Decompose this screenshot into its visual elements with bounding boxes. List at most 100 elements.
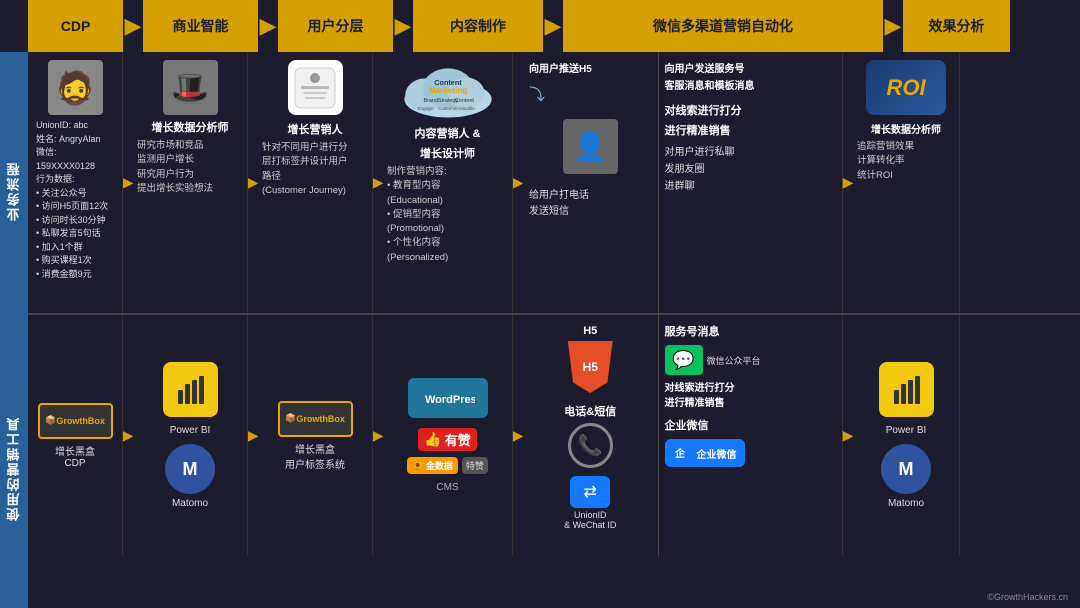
header-bi: 商业智能 [143, 0, 258, 52]
bi-desc: 研究市场和竞品 监测用户增长 研究用户行为 提出增长实验想法 [137, 139, 243, 196]
cms-label: CMS [436, 482, 458, 493]
svg-text:Valuable: Valuable [457, 106, 475, 111]
youzan-row: 👍有赞 [418, 428, 476, 451]
dashed-arrows: ⤵ [529, 81, 545, 105]
content-area: 业务流程 使用的营销工具 🧔 UnionID: abc 姓名: AngryAla… [0, 52, 1080, 608]
svg-text:Brand: Brand [423, 98, 438, 104]
roi-powerbi-icon [879, 362, 934, 417]
roi-role: 增长数据分析师 [871, 121, 941, 136]
growthbox-cdp-sub: CDP [64, 458, 85, 469]
service-msg-section: 服务号消息 [665, 323, 720, 339]
sales-avatar: 👤 [563, 119, 618, 174]
tools-content-cell: WordPress 👍有赞 🌻 金数据 特赞 CMS [383, 315, 513, 556]
arrow-5: ▶ [883, 13, 903, 39]
roi-icon: ROI [866, 60, 946, 115]
tools-service-sub: 服务号消息 💬 微信公众平台 对线索进行打分 进行精准销售 企业微信 [659, 315, 843, 556]
biz-roi-cell: ROI 增长数据分析师 追踪营销效果 计算转化率 统计ROI [853, 52, 960, 313]
biz-bi-cell: 🎩 增长数据分析师 研究市场和竞品 监测用户增长 研究用户行为 提出增长实验想法 [133, 52, 248, 313]
wechat-green-icon: 💬 [665, 345, 703, 375]
private-chat-actions: 对用户进行私聊 发朋友圈 进群聊 [665, 144, 735, 195]
precision-sales: 对线索进行打分 [665, 102, 742, 118]
jindou-icon: 🌻 金数据 [407, 457, 458, 474]
youzan-icon: 👍有赞 [418, 428, 476, 451]
tools-row: 📦 GrowthBox 增长黑盒 CDP ▶ [28, 315, 1080, 556]
header-bi-label: 商业智能 [173, 16, 229, 36]
biz-wechat-cell: 向用户推送H5 ⤵ 👤 给用户打电话 发送短信 向用户发送服务号 [523, 52, 843, 313]
svg-text:Marketing: Marketing [428, 86, 467, 95]
arrow-2: ▶ [258, 13, 278, 39]
roi-matomo-group: M Matomo [881, 444, 931, 509]
html5-icon: H5 [568, 341, 613, 393]
service-msg-title: 向用户发送服务号 [665, 60, 745, 75]
h5-push-title: 向用户推送H5 [529, 60, 592, 75]
biz-arrow-5: ▶ [843, 52, 853, 313]
growthbox-seg-label: 增长黑盒 [295, 441, 335, 456]
jindou-row: 🌻 金数据 特赞 [407, 457, 488, 474]
header-seg-label: 用户分层 [308, 16, 364, 36]
header-cdp-label: CDP [61, 18, 91, 34]
tools-arrow-2: ▶ [248, 315, 258, 556]
content-role2: 增长设计师 [420, 145, 475, 161]
growthbox-cdp-label: 增长黑盒 [55, 443, 95, 458]
biz-seg-cell: 增长营销人 针对不同用户进行分 层打标签并设计用户 路径 (Customer J… [258, 52, 373, 313]
tools-cdp-cell: 📦 GrowthBox 增长黑盒 CDP [28, 315, 123, 556]
header-roi-label: 效果分析 [929, 16, 985, 36]
content-desc: 制作营销内容: • 教育型内容 (Educational) • 促销型内容 (P… [387, 165, 508, 265]
content-role: 内容营销人 & [415, 125, 481, 141]
wechat-official-group: 💬 微信公众平台 [665, 345, 761, 375]
roi-powerbi-label: Power BI [886, 425, 927, 436]
wordpress-icon: WordPress [408, 378, 488, 418]
matomo-label: Matomo [172, 498, 208, 509]
unionid-group: ⇄ UnionID & WeChat ID [564, 476, 616, 530]
tezign-icon: 特赞 [462, 457, 488, 474]
main-container: CDP ▶ 商业智能 ▶ 用户分层 ▶ 内容制作 ▶ 微信多渠道营销自动化 ▶ … [0, 0, 1080, 608]
arrow-4: ▶ [543, 13, 563, 39]
credit-text: ©GrowthHackers.cn [987, 592, 1068, 602]
biz-arrow-1: ▶ [123, 52, 133, 313]
biz-arrow-3: ▶ [373, 52, 383, 313]
main-grid: 🧔 UnionID: abc 姓名: AngryAlan 微信: 159XXXX… [28, 52, 1080, 608]
svg-text:Content: Content [454, 98, 474, 104]
growthbox-seg-icon: 📦 GrowthBox [278, 401, 353, 437]
tools-arrow-3: ▶ [373, 315, 383, 556]
header-seg: 用户分层 [278, 0, 393, 52]
header-content-label: 内容制作 [450, 16, 506, 36]
growthbox-cdp-icon: 📦 GrowthBox [38, 403, 113, 439]
roi-matomo-icon: M [881, 444, 931, 494]
roi-powerbi-group: Power BI [879, 362, 934, 436]
header-wechat-label: 微信多渠道营销自动化 [653, 16, 793, 36]
phone-sms-label: 电话&短信 [564, 403, 616, 419]
biz-cdp-cell: 🧔 UnionID: abc 姓名: AngryAlan 微信: 159XXXX… [28, 52, 123, 313]
tools-bi-cell: Power BI M Matomo [133, 315, 248, 556]
content-marketing-cloud: Content Marketing Brand Strategy Content… [398, 60, 498, 125]
powerbi-icon [163, 362, 218, 417]
phone-sms-actions: 给用户打电话 发送短信 [529, 188, 589, 220]
phone-icon: 📞 [568, 423, 613, 468]
arrow-1: ▶ [123, 13, 143, 39]
tools-arrow-1: ▶ [123, 315, 133, 556]
ent-wechat-label: 企业微信 [665, 417, 709, 433]
seg-icon [288, 60, 343, 115]
roi-matomo-label: Matomo [888, 498, 924, 509]
h5-section-label: H5 [583, 325, 597, 337]
biz-label: 业务流程 [0, 52, 28, 330]
svg-text:WordPress: WordPress [425, 394, 475, 406]
left-labels: 业务流程 使用的营销工具 [0, 52, 28, 608]
tools-arrow-4: ▶ [513, 315, 523, 556]
growthbox-seg-sub: 用户标签系统 [285, 456, 345, 471]
seg-role: 增长营销人 [288, 121, 343, 137]
tools-wechat-cell: H5 H5 电话&短信 📞 ⇄ UnionID & WeChat ID [523, 315, 843, 556]
wechat-sub2: 向用户发送服务号 客服消息和模板消息 对线索进行打分 进行精准销售 对用户进行私… [659, 52, 843, 313]
biz-arrow-2: ▶ [248, 52, 258, 313]
user-info: UnionID: abc 姓名: AngryAlan 微信: 159XXXX01… [32, 119, 118, 281]
service-msg-title2: 客服消息和模板消息 [665, 77, 755, 92]
roi-desc: 追踪营销效果 计算转化率 统计ROI [857, 140, 955, 183]
official-account-label: 微信公众平台 [707, 354, 761, 367]
powerbi-label: Power BI [170, 425, 211, 436]
matomo-group: M Matomo [165, 444, 215, 509]
header-wechat: 微信多渠道营销自动化 [563, 0, 883, 52]
header-cdp: CDP [28, 0, 123, 52]
switch-icon: ⇄ [570, 476, 610, 508]
header-roi: 效果分析 [903, 0, 1010, 52]
biz-content-cell: Content Marketing Brand Strategy Content… [383, 52, 513, 313]
